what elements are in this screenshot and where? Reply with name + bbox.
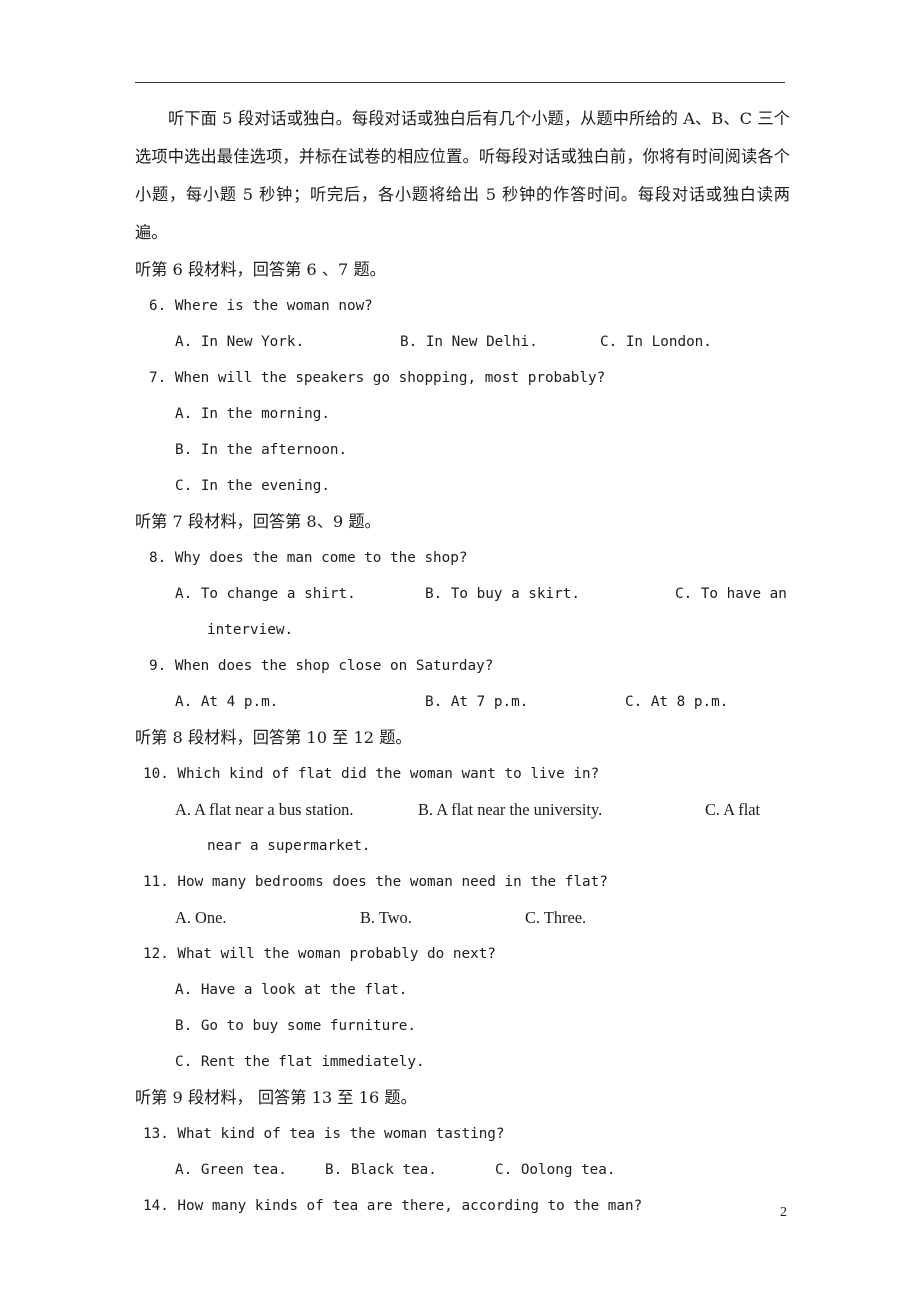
option-q11-a[interactable]: A. One. xyxy=(175,900,226,936)
question-stem-10: 10. Which kind of flat did the woman wan… xyxy=(143,766,600,782)
option-row-q10: A. A flat near a bus station. B. A flat … xyxy=(135,792,790,828)
option-row-q13: A. Green tea. B. Black tea. C. Oolong te… xyxy=(135,1152,790,1188)
option-q13-c[interactable]: C. Oolong tea. xyxy=(495,1152,616,1188)
exam-page: 听下面 5 段对话或独白。每段对话或独白后有几个小题，从题中所给的 A、B、C … xyxy=(0,0,920,1302)
section-heading-7: 听第 7 段材料，回答第 8、9 题。 xyxy=(135,512,381,531)
option-q10-c-continuation: near a supermarket. xyxy=(207,838,371,854)
page-number: 2 xyxy=(780,1205,787,1220)
option-row-q9: A. At 4 p.m. B. At 7 p.m. C. At 8 p.m. xyxy=(135,684,790,720)
question-stem-11: 11. How many bedrooms does the woman nee… xyxy=(143,874,608,890)
option-q12-b[interactable]: B. Go to buy some furniture. xyxy=(135,1008,790,1044)
option-q7-a[interactable]: A. In the morning. xyxy=(135,396,790,432)
question-stem-13: 13. What kind of tea is the woman tastin… xyxy=(143,1126,505,1142)
option-q9-a[interactable]: A. At 4 p.m. xyxy=(175,684,278,720)
option-q10-b[interactable]: B. A flat near the university. xyxy=(418,792,602,828)
question-stem-12: 12. What will the woman probably do next… xyxy=(143,946,496,962)
option-q12-c[interactable]: C. Rent the flat immediately. xyxy=(135,1044,790,1080)
option-q7-c[interactable]: C. In the evening. xyxy=(135,468,790,504)
option-row-q8: A. To change a shirt. B. To buy a skirt.… xyxy=(135,576,790,612)
option-q13-b[interactable]: B. Black tea. xyxy=(325,1152,437,1188)
option-q6-b[interactable]: B. In New Delhi. xyxy=(400,324,538,360)
option-q10-a[interactable]: A. A flat near a bus station. xyxy=(175,792,353,828)
option-q8-c[interactable]: C. To have an xyxy=(675,576,787,612)
option-q6-a[interactable]: A. In New York. xyxy=(175,324,304,360)
page-body: 听下面 5 段对话或独白。每段对话或独白后有几个小题，从题中所给的 A、B、C … xyxy=(135,100,790,1224)
question-stem-6: 6. Where is the woman now? xyxy=(149,298,373,314)
section-heading-8: 听第 8 段材料，回答第 10 至 12 题。 xyxy=(135,728,412,747)
section-heading-6: 听第 6 段材料，回答第 6 、7 题。 xyxy=(135,260,386,279)
option-q10-c[interactable]: C. A flat xyxy=(705,792,760,828)
listening-instructions-paragraph: 听下面 5 段对话或独白。每段对话或独白后有几个小题，从题中所给的 A、B、C … xyxy=(135,109,790,242)
question-stem-8: 8. Why does the man come to the shop? xyxy=(149,550,468,566)
option-q8-a[interactable]: A. To change a shirt. xyxy=(175,576,356,612)
option-q13-a[interactable]: A. Green tea. xyxy=(175,1152,287,1188)
question-stem-7: 7. When will the speakers go shopping, m… xyxy=(149,370,606,386)
option-q8-b[interactable]: B. To buy a skirt. xyxy=(425,576,580,612)
option-q6-c[interactable]: C. In London. xyxy=(600,324,712,360)
question-stem-14: 14. How many kinds of tea are there, acc… xyxy=(143,1198,643,1214)
header-divider-rule xyxy=(135,82,785,83)
option-row-q11: A. One. B. Two. C. Three. xyxy=(135,900,790,936)
option-q9-c[interactable]: C. At 8 p.m. xyxy=(625,684,728,720)
option-q9-b[interactable]: B. At 7 p.m. xyxy=(425,684,528,720)
section-heading-9: 听第 9 段材料， 回答第 13 至 16 题。 xyxy=(135,1088,417,1107)
option-q8-c-continuation: interview. xyxy=(207,622,294,638)
option-row-q6: A. In New York. B. In New Delhi. C. In L… xyxy=(135,324,790,360)
option-q11-c[interactable]: C. Three. xyxy=(525,900,586,936)
question-stem-9: 9. When does the shop close on Saturday? xyxy=(149,658,494,674)
option-q12-a[interactable]: A. Have a look at the flat. xyxy=(135,972,790,1008)
option-q11-b[interactable]: B. Two. xyxy=(360,900,412,936)
option-q7-b[interactable]: B. In the afternoon. xyxy=(135,432,790,468)
